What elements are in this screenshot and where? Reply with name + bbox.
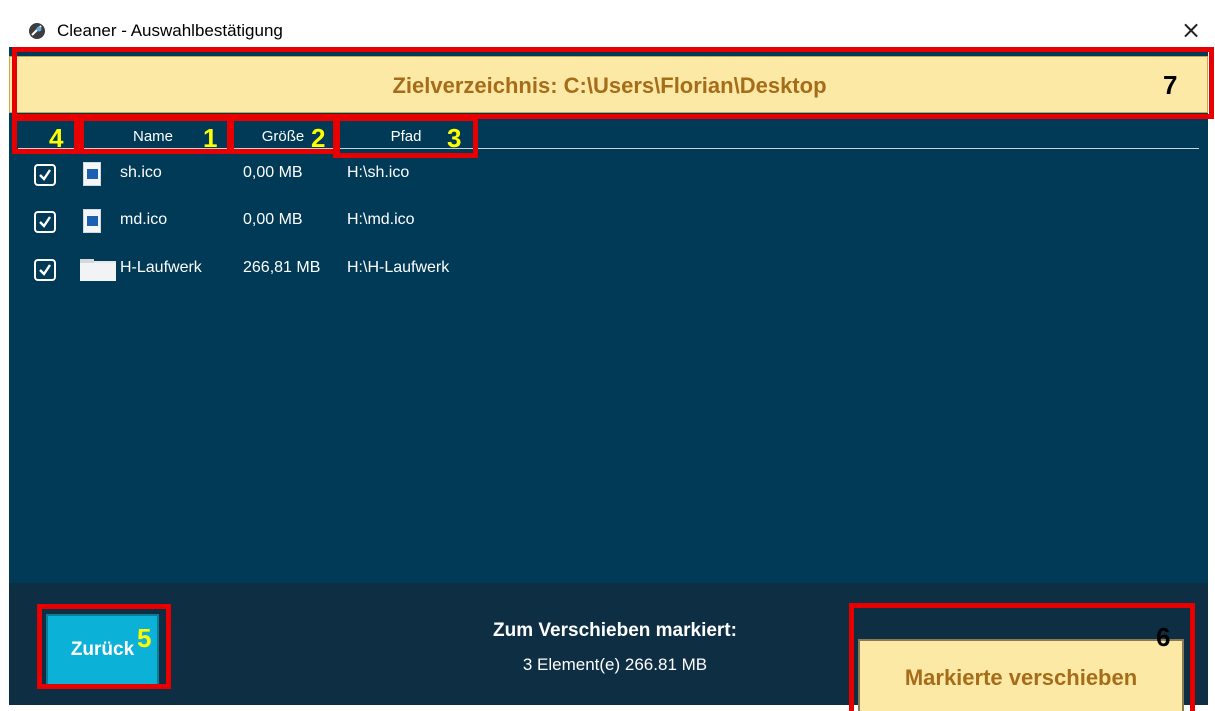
annotation-number-5: 5 (137, 623, 152, 653)
folder-icon (80, 259, 116, 281)
row-checkbox[interactable] (34, 211, 56, 233)
table-row[interactable]: sh.ico 0,00 MB H:\sh.ico (18, 156, 1199, 196)
annotation-number-2: 2 (311, 123, 326, 153)
summary-title: Zum Verschieben markiert: (493, 620, 737, 641)
table-row[interactable]: H-Laufwerk 266,81 MB H:\H-Laufwerk (18, 251, 1199, 291)
row-name: md.ico (120, 211, 168, 228)
title-bar: Cleaner - Auswahlbestätigung × (0, 0, 1215, 45)
app-icon (29, 23, 45, 39)
target-directory-banner: Zielverzeichnis: C:\Users\Florian\Deskto… (9, 56, 1208, 113)
row-checkbox[interactable] (34, 259, 56, 281)
window-title: Cleaner - Auswahlbestätigung (57, 21, 283, 40)
row-size: 0,00 MB (243, 211, 303, 228)
header-divider (18, 148, 1199, 149)
row-checkbox[interactable] (34, 164, 56, 186)
checkmark-icon (39, 264, 51, 276)
summary-count: 3 Element(e) 266.81 MB (522, 655, 708, 674)
checkmark-icon (39, 216, 51, 228)
row-name: sh.ico (120, 164, 162, 181)
image-file-icon (83, 209, 101, 233)
checkmark-icon (39, 169, 51, 181)
move-marked-button[interactable]: Markierte verschieben (858, 639, 1184, 711)
annotation-number-7: 7 (1163, 70, 1178, 100)
annotation-number-3: 3 (447, 123, 462, 153)
table-row[interactable]: md.ico 0,00 MB H:\md.ico (18, 203, 1199, 243)
annotation-number-6: 6 (1156, 622, 1171, 652)
row-size: 0,00 MB (243, 164, 303, 181)
image-file-icon (83, 162, 101, 186)
annotation-number-1: 1 (203, 123, 218, 153)
row-path: H:\md.ico (347, 211, 415, 228)
row-name: H-Laufwerk (120, 259, 202, 276)
row-path: H:\H-Laufwerk (347, 259, 450, 276)
target-directory-text: Zielverzeichnis: C:\Users\Florian\Deskto… (392, 73, 827, 98)
row-size: 266,81 MB (243, 259, 321, 276)
annotation-number-4: 4 (49, 123, 64, 153)
close-icon[interactable]: × (1176, 15, 1206, 45)
row-path: H:\sh.ico (347, 164, 410, 181)
